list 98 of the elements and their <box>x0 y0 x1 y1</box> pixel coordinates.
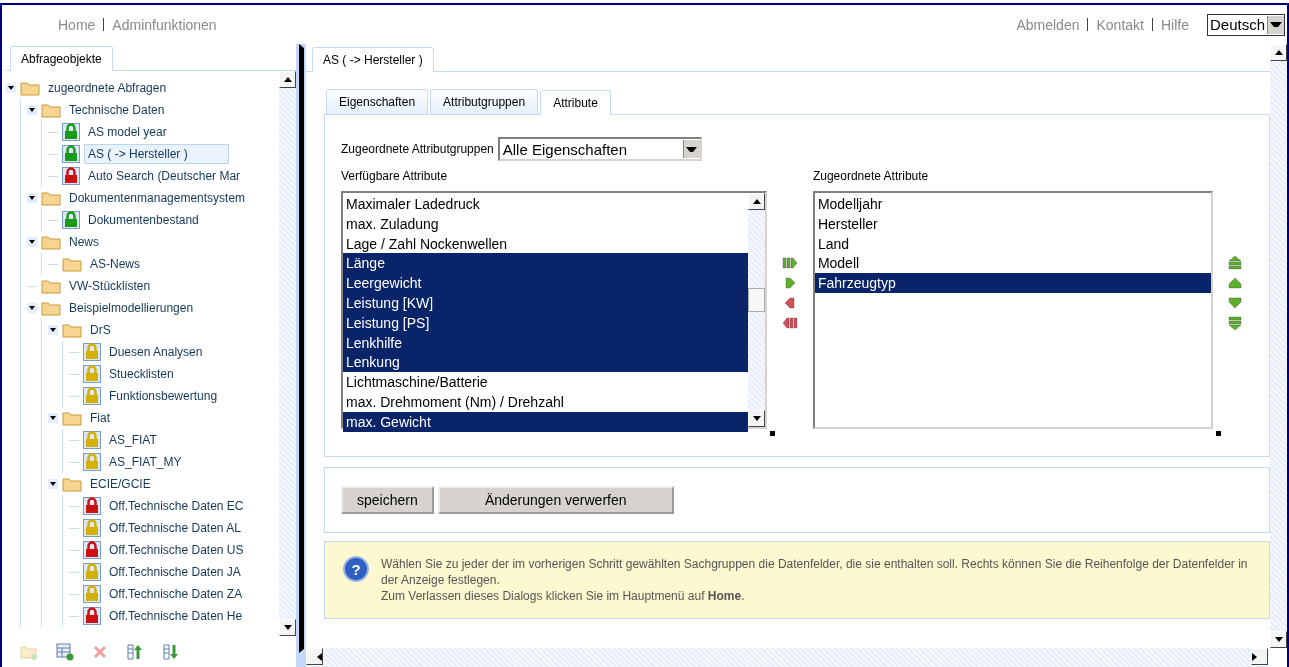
nav-link[interactable]: Home <box>58 16 96 33</box>
list-item[interactable]: Lenkung <box>343 352 748 373</box>
field-label: Zugeordnete Attributgruppen <box>341 142 494 156</box>
header-link[interactable]: Kontakt <box>1096 16 1144 33</box>
list-label: Verfügbare Attribute <box>341 169 449 183</box>
collapse-toggle[interactable] <box>6 83 16 93</box>
tree-item[interactable]: Off.Technische Daten ZA <box>105 584 247 604</box>
tree-item[interactable]: News <box>65 232 103 252</box>
list-label: Zugeordnete Attribute <box>812 169 930 183</box>
tree-item[interactable]: Duesen Analysen <box>105 342 207 362</box>
tree-item[interactable]: Off.Technische Daten JA <box>105 562 245 582</box>
resize-grip[interactable] <box>770 431 775 436</box>
tree-item[interactable]: AS_FIAT <box>105 430 161 450</box>
folder-icon <box>41 102 61 118</box>
collapse-toggle[interactable] <box>48 479 58 489</box>
collapse-toggle[interactable] <box>27 193 37 203</box>
save-button[interactable]: speichern <box>341 486 434 514</box>
tree-item[interactable]: Technische Daten <box>65 100 169 120</box>
scrollbar[interactable] <box>1270 44 1287 648</box>
list-item[interactable]: Lenkhilfe <box>343 332 748 353</box>
document-tab[interactable]: AS ( -> Hersteller ) <box>312 47 434 72</box>
scrollbar[interactable] <box>748 193 765 427</box>
list-item[interactable]: max. Zuladung <box>343 213 748 234</box>
folder-icon <box>20 80 40 96</box>
list-item[interactable]: Maximaler Ladedruck <box>343 194 748 214</box>
list-item[interactable]: max. Gewicht <box>343 411 748 432</box>
add-table-icon[interactable] <box>56 642 74 661</box>
tree-item[interactable]: Off.Technische Daten US <box>105 540 248 560</box>
tree-item[interactable]: DrS <box>86 320 115 340</box>
move-up-icon[interactable] <box>126 642 144 661</box>
collapse-toggle[interactable] <box>27 303 37 313</box>
collapse-toggle[interactable] <box>48 325 58 335</box>
move-down-icon[interactable] <box>1226 295 1243 311</box>
tab[interactable]: Eigenschaften <box>326 89 429 114</box>
tree-item[interactable]: Off.Technische Daten He <box>105 606 247 626</box>
tree-item[interactable]: AS model year <box>84 122 171 142</box>
group-select[interactable]: Alle Eigenschaften <box>497 137 702 161</box>
list-item[interactable]: Leistung [KW] <box>343 293 748 313</box>
folder-icon <box>62 410 82 426</box>
list-item[interactable]: Leergewicht <box>343 273 748 293</box>
available-listbox[interactable]: Maximaler Ladedruck max. Zuladung Lage / Zahl Nockenwellen Länge Leergewicht Leistung [KW] Leistung [PS] Lenkhilfe Lenkung Lichtmaschine/Batterie max. Drehmoment (Nm) / Drehzahl max. Gewicht <box>341 191 767 429</box>
double-arrow-right-icon[interactable] <box>781 255 798 271</box>
list-item[interactable]: Land <box>814 233 1211 254</box>
list-item[interactable]: Hersteller <box>814 213 1211 234</box>
list-item[interactable]: Modell <box>814 253 1211 274</box>
info-text: Zum Verlassen dieses Dialogs klicken Sie im Hauptmenü auf Home. <box>381 588 746 604</box>
tree-item[interactable]: VW-Stücklisten <box>65 276 155 296</box>
tree-item[interactable]: Off.Technische Daten AL <box>105 518 245 538</box>
list-item[interactable]: Leistung [PS] <box>343 312 748 333</box>
move-up-icon[interactable] <box>1226 275 1243 291</box>
folder-icon <box>41 278 61 294</box>
nav-link[interactable]: Adminfunktionen <box>112 16 217 33</box>
folder-icon <box>62 256 82 272</box>
folder-icon <box>62 322 82 338</box>
move-down-icon[interactable] <box>162 642 180 661</box>
scrollbar-thumb[interactable] <box>748 288 765 312</box>
collapse-toggle[interactable] <box>27 237 37 247</box>
tree-item[interactable]: AS ( -> Hersteller ) <box>84 144 229 164</box>
resize-grip[interactable] <box>1215 431 1221 436</box>
list-item[interactable]: Fahrzeugtyp <box>814 273 1211 293</box>
tree-item[interactable]: zugeordnete Abfragen <box>44 78 171 98</box>
tree-item[interactable]: Stuecklisten <box>105 364 178 384</box>
double-arrow-left-icon[interactable] <box>781 315 798 331</box>
tree-item[interactable]: Dokumentenmanagementsystem <box>65 188 250 208</box>
tree-item[interactable]: Beispielmodellierungen <box>65 298 198 318</box>
language-select[interactable]: Deutsch <box>1206 13 1285 36</box>
move-bottom-icon[interactable] <box>1226 315 1243 331</box>
tab[interactable]: Attributgruppen <box>430 89 539 114</box>
header-link[interactable]: Abmelden <box>1016 16 1080 33</box>
list-item[interactable]: Lage / Zahl Nockenwellen <box>343 233 748 254</box>
folder-icon <box>41 234 61 250</box>
tree-item[interactable]: Fiat <box>86 408 114 428</box>
tree-item[interactable]: Dokumentenbestand <box>84 210 203 230</box>
help-icon: ? <box>343 556 369 582</box>
tree-item[interactable]: ECIE/GCIE <box>86 474 155 494</box>
list-item[interactable]: Modelljahr <box>814 194 1211 214</box>
tree-item[interactable]: Funktionsbewertung <box>105 386 222 406</box>
folder-icon <box>41 190 61 206</box>
assigned-listbox[interactable]: Modelljahr Hersteller Land Modell Fahrzeugtyp <box>812 191 1213 429</box>
list-item[interactable]: Lichtmaschine/Batterie <box>343 372 748 392</box>
scrollbar[interactable] <box>279 71 296 636</box>
tree-item[interactable]: Off.Technische Daten EC <box>105 496 248 516</box>
discard-button[interactable]: Änderungen verwerfen <box>437 486 674 514</box>
tab[interactable]: Attribute <box>540 90 611 115</box>
move-top-icon[interactable] <box>1226 255 1243 271</box>
header-link[interactable]: Hilfe <box>1160 16 1189 33</box>
panel-tab[interactable]: Abfrageobjekte <box>10 46 113 71</box>
list-item[interactable]: Länge <box>343 253 748 274</box>
tree-item[interactable]: AS-News <box>86 254 144 274</box>
folder-icon <box>41 300 61 316</box>
folder-icon <box>62 476 82 492</box>
tree-item[interactable]: AS_FIAT_MY <box>105 452 186 472</box>
collapse-toggle[interactable] <box>27 105 37 115</box>
horizontal-scrollbar[interactable] <box>306 648 1268 667</box>
collapse-toggle[interactable] <box>48 413 58 423</box>
tree-item[interactable]: Auto Search (Deutscher Mar <box>84 166 245 186</box>
list-item[interactable]: max. Drehmoment (Nm) / Drehzahl <box>343 391 748 412</box>
info-text: Wählen Sie zu jeder der im vorherigen Schritt gewählten Sachgruppen die Datenfelder, die sie enthalten soll. Rechts können Sie die Reihenfolge der Datenfelder in der Anzeige festlegen. <box>381 556 1249 588</box>
